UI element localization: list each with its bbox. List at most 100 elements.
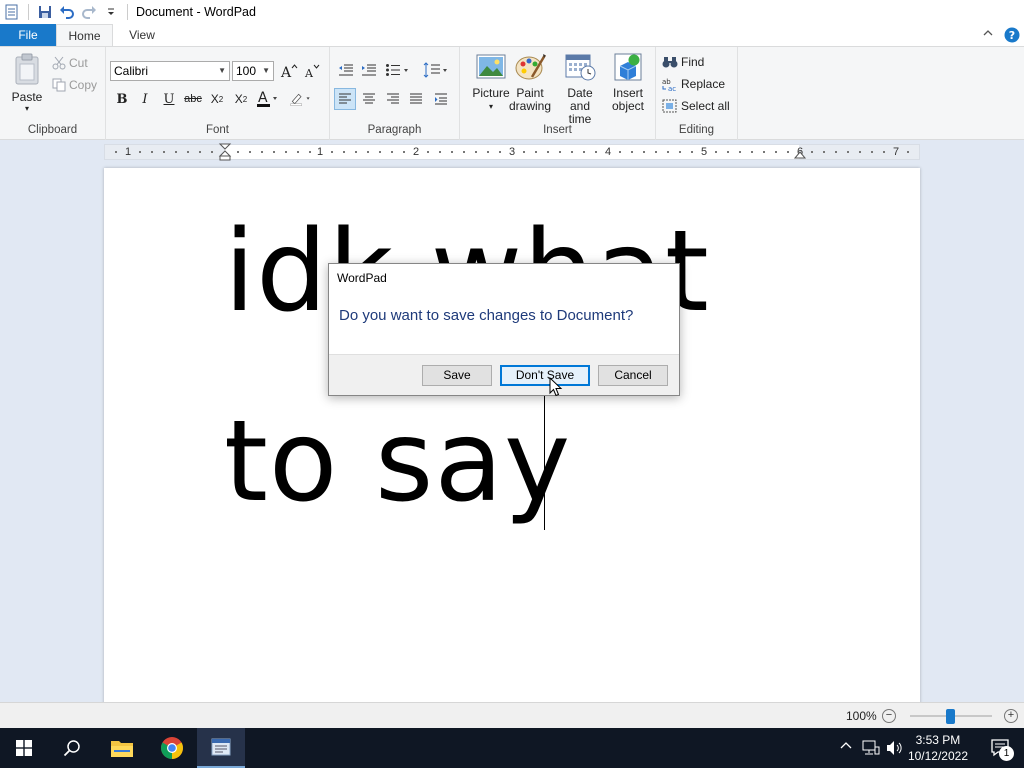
cut-label: Cut bbox=[69, 56, 88, 70]
replace-label: Replace bbox=[681, 77, 726, 91]
font-family-value: Calibri bbox=[114, 64, 149, 78]
grow-font-icon: A bbox=[280, 64, 298, 79]
insert-object-label-1: Insert bbox=[612, 86, 643, 100]
align-right-icon[interactable] bbox=[382, 88, 404, 110]
font-size-dropdown-icon[interactable]: ▼ bbox=[262, 62, 270, 80]
ruler-number: 1 bbox=[317, 146, 324, 158]
tab-file[interactable]: File bbox=[0, 24, 56, 46]
indent-marker-icon[interactable] bbox=[218, 143, 232, 162]
date-time-button[interactable]: Date and time bbox=[556, 53, 604, 126]
paragraph-group: Paragraph bbox=[330, 47, 460, 140]
select-all-button[interactable]: Select all bbox=[662, 96, 730, 116]
find-button[interactable]: Find bbox=[662, 52, 704, 72]
copy-label: Copy bbox=[69, 78, 98, 92]
network-icon[interactable] bbox=[862, 740, 880, 759]
copy-button[interactable]: Copy bbox=[52, 75, 97, 95]
help-icon[interactable]: ? bbox=[1004, 27, 1020, 46]
start-button[interactable] bbox=[0, 728, 48, 768]
justify-icon[interactable] bbox=[405, 88, 427, 110]
paint-drawing-button[interactable]: Paint drawing bbox=[508, 53, 552, 113]
save-icon[interactable] bbox=[35, 2, 55, 22]
cut-button[interactable]: Cut bbox=[52, 53, 88, 73]
highlight-color-button[interactable] bbox=[290, 88, 312, 110]
superscript-icon[interactable]: X2 bbox=[230, 88, 252, 110]
dont-save-button[interactable]: Don't Save bbox=[500, 365, 590, 386]
zoom-slider-thumb[interactable] bbox=[946, 709, 955, 724]
insert-object-button[interactable]: Insert object bbox=[606, 53, 650, 113]
minimize-ribbon-icon[interactable] bbox=[982, 27, 994, 46]
undo-icon[interactable] bbox=[57, 2, 77, 22]
action-center-button[interactable]: 1 bbox=[978, 728, 1024, 768]
document-page[interactable]: idk what to say bbox=[104, 168, 920, 702]
underline-icon[interactable]: U bbox=[158, 88, 180, 110]
strikethrough-icon[interactable]: abc bbox=[182, 88, 204, 110]
save-button[interactable]: Save bbox=[422, 365, 492, 386]
ruler-number: 5 bbox=[701, 146, 708, 158]
editing-group-label: Editing bbox=[678, 124, 715, 136]
select-all-icon bbox=[662, 99, 677, 113]
font-group-label: Font bbox=[205, 124, 229, 136]
line-spacing-icon bbox=[423, 62, 447, 78]
shrink-font-button[interactable]: A bbox=[301, 60, 323, 82]
highlighter-icon bbox=[290, 93, 310, 106]
file-explorer-button[interactable] bbox=[98, 728, 146, 768]
scissors-icon bbox=[52, 56, 66, 70]
decrease-indent-icon[interactable] bbox=[335, 59, 357, 81]
insert-group: Picture ▾ Paint drawing Date and time In… bbox=[460, 47, 656, 140]
taskbar-clock[interactable]: 3:53 PM 10/12/2022 bbox=[908, 732, 968, 764]
insert-group-label: Insert bbox=[543, 124, 572, 136]
svg-text:ac: ac bbox=[668, 85, 676, 91]
right-indent-marker-icon[interactable] bbox=[794, 149, 806, 159]
cancel-button[interactable]: Cancel bbox=[598, 365, 668, 386]
align-center-icon[interactable] bbox=[358, 88, 380, 110]
search-button[interactable] bbox=[48, 728, 96, 768]
date-time-label-1: Date and bbox=[567, 86, 593, 113]
paste-button[interactable]: Paste ▾ bbox=[8, 53, 46, 115]
replace-icon: abac bbox=[662, 78, 676, 91]
chrome-button[interactable] bbox=[148, 728, 196, 768]
paragraph-group-label: Paragraph bbox=[367, 124, 422, 136]
zoom-in-icon[interactable]: + bbox=[1004, 709, 1018, 723]
dialog-title: WordPad bbox=[337, 271, 387, 285]
italic-icon[interactable]: I bbox=[134, 88, 156, 110]
wordpad-icon bbox=[211, 738, 231, 756]
grow-font-button[interactable]: A bbox=[278, 60, 300, 82]
redo-icon[interactable] bbox=[79, 2, 99, 22]
search-icon bbox=[63, 740, 80, 757]
calendar-clock-icon bbox=[565, 54, 596, 81]
wordpad-app-icon[interactable] bbox=[2, 2, 22, 22]
picture-label: Picture bbox=[472, 86, 510, 100]
font-family-dropdown-icon[interactable]: ▼ bbox=[218, 62, 226, 80]
document-text-line-2[interactable]: to say bbox=[224, 406, 571, 518]
copy-icon bbox=[52, 78, 66, 92]
bold-icon[interactable]: B bbox=[111, 88, 133, 110]
clipboard-group: Paste ▾ Cut Copy Clipboard bbox=[0, 47, 106, 140]
bullets-button[interactable] bbox=[384, 59, 414, 81]
window-title: Document - WordPad bbox=[136, 5, 256, 19]
text-color-button[interactable]: A bbox=[256, 88, 278, 110]
increase-indent-icon[interactable] bbox=[358, 59, 380, 81]
paragraph-dialog-icon[interactable] bbox=[430, 88, 452, 110]
show-hidden-icons-icon[interactable] bbox=[840, 740, 852, 755]
wordpad-taskbar-button[interactable] bbox=[197, 728, 245, 768]
align-left-icon[interactable] bbox=[334, 88, 356, 110]
save-changes-dialog: WordPad Do you want to save changes to D… bbox=[328, 263, 680, 396]
font-family-combo[interactable]: Calibri ▼ bbox=[110, 61, 230, 81]
volume-icon[interactable] bbox=[886, 740, 904, 759]
paint-drawing-label-2: drawing bbox=[508, 99, 552, 113]
subscript-icon[interactable]: X2 bbox=[206, 88, 228, 110]
line-spacing-button[interactable] bbox=[422, 59, 452, 81]
clock-time: 3:53 PM bbox=[915, 733, 961, 747]
svg-text:?: ? bbox=[1009, 29, 1015, 42]
windows-logo-icon bbox=[16, 740, 32, 756]
replace-button[interactable]: ab ac Replace bbox=[662, 74, 725, 94]
paint-drawing-label-1: Paint bbox=[516, 86, 544, 100]
zoom-out-icon[interactable]: − bbox=[882, 709, 896, 723]
clock-date: 10/12/2022 bbox=[907, 749, 968, 763]
ruler[interactable]: 1 1 2 3 4 5 6 7 bbox=[104, 143, 920, 162]
customize-qat-icon[interactable] bbox=[101, 2, 121, 22]
font-size-combo[interactable]: 100 ▼ bbox=[232, 61, 274, 81]
tab-view[interactable]: View bbox=[118, 24, 166, 46]
tab-home[interactable]: Home bbox=[56, 24, 113, 47]
ribbon: Paste ▾ Cut Copy Clipboard Calibri ▼ 100… bbox=[0, 46, 1024, 140]
